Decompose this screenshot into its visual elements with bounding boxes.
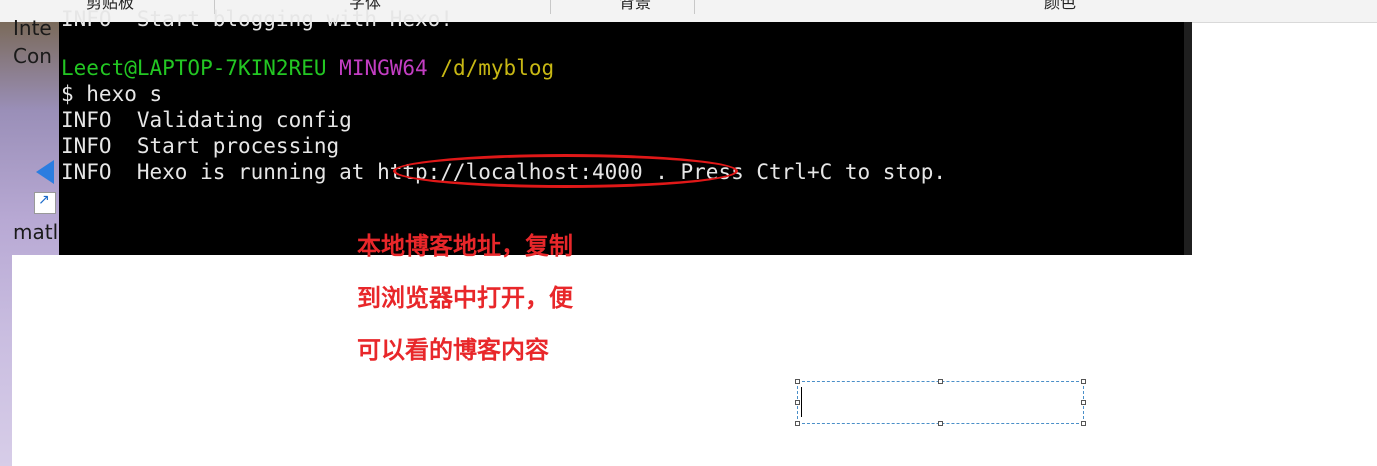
selected-text-box[interactable] — [795, 379, 1086, 426]
prompt-path: /d/myblog — [440, 56, 555, 80]
url-highlight-ellipse — [393, 154, 738, 188]
annotation-line: 本地博客地址，复制 — [357, 232, 573, 260]
resize-handle[interactable] — [795, 379, 800, 384]
prompt-env: MINGW64 — [339, 56, 428, 80]
terminal-output-line: INFO Validating config — [61, 108, 352, 132]
desktop-icon-label[interactable]: Inte — [13, 16, 60, 40]
resize-handle[interactable] — [1081, 400, 1086, 405]
desktop-icon-label[interactable]: Con — [13, 44, 60, 68]
resize-handle[interactable] — [1081, 421, 1086, 426]
ribbon-separator — [550, 0, 551, 14]
resize-handle[interactable] — [1081, 379, 1086, 384]
terminal-window[interactable]: INFO Start blogging with Hexo! Leect@LAP… — [59, 7, 1192, 255]
ribbon-group-background[interactable]: 背景 — [580, 0, 690, 16]
resize-handle[interactable] — [938, 379, 943, 384]
ribbon-separator — [694, 0, 695, 14]
ribbon-group-color[interactable]: 颜色 — [980, 0, 1140, 16]
desktop-panel — [12, 255, 60, 466]
resize-handle[interactable] — [795, 421, 800, 426]
terminal-partial-line: INFO Start blogging with Hexo! — [61, 7, 453, 31]
resize-handle[interactable] — [795, 400, 800, 405]
annotation-line: 可以看的博客内容 — [357, 336, 549, 364]
prompt-user: Leect@LAPTOP-7KIN2REU — [61, 56, 327, 80]
terminal-command: $ hexo s — [61, 82, 163, 106]
text-caret — [801, 387, 802, 417]
app-arrow-icon — [36, 160, 54, 184]
resize-handle[interactable] — [938, 421, 943, 426]
desktop-icon-label[interactable]: matl — [13, 220, 60, 244]
shortcut-arrow-icon[interactable] — [34, 192, 56, 214]
terminal-output-line: INFO Start processing — [61, 134, 340, 158]
annotation-line: 到浏览器中打开，便 — [357, 284, 573, 312]
terminal-prompt: Leect@LAPTOP-7KIN2REU MINGW64 /d/myblog — [61, 55, 554, 81]
